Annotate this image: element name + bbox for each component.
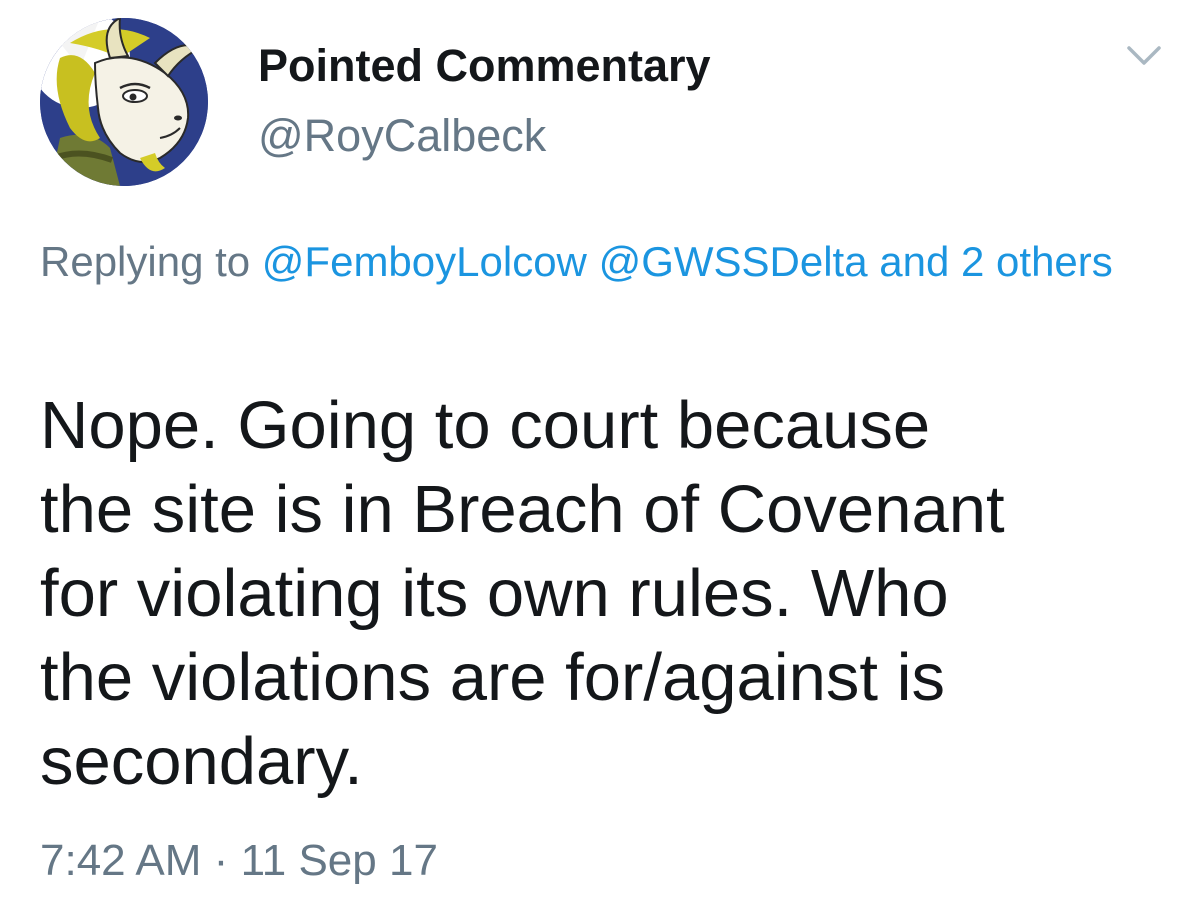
others-link[interactable]: and 2 others	[879, 238, 1113, 285]
tweet-time: 7:42 AM	[40, 836, 202, 885]
mention-link[interactable]: @GWSSDelta	[599, 238, 868, 285]
timestamp-separator: ·	[213, 836, 229, 885]
tweet-date: 11 Sep 17	[240, 836, 438, 885]
reply-context: Replying to @FemboyLolcow @GWSSDelta and…	[40, 231, 1160, 293]
chevron-down-icon[interactable]	[1126, 44, 1162, 68]
tweet-text: Nope. Going to court because the site is…	[40, 388, 1005, 799]
author-display-name[interactable]: Pointed Commentary	[258, 40, 711, 92]
tweet-timestamp[interactable]: 7:42 AM · 11 Sep 17	[40, 836, 438, 886]
cartoon-goat-avatar-icon	[40, 18, 208, 186]
avatar[interactable]	[40, 18, 208, 186]
author-handle[interactable]: @RoyCalbeck	[258, 110, 546, 162]
reply-prefix: Replying to	[40, 238, 251, 285]
mention-link[interactable]: @FemboyLolcow	[262, 238, 587, 285]
